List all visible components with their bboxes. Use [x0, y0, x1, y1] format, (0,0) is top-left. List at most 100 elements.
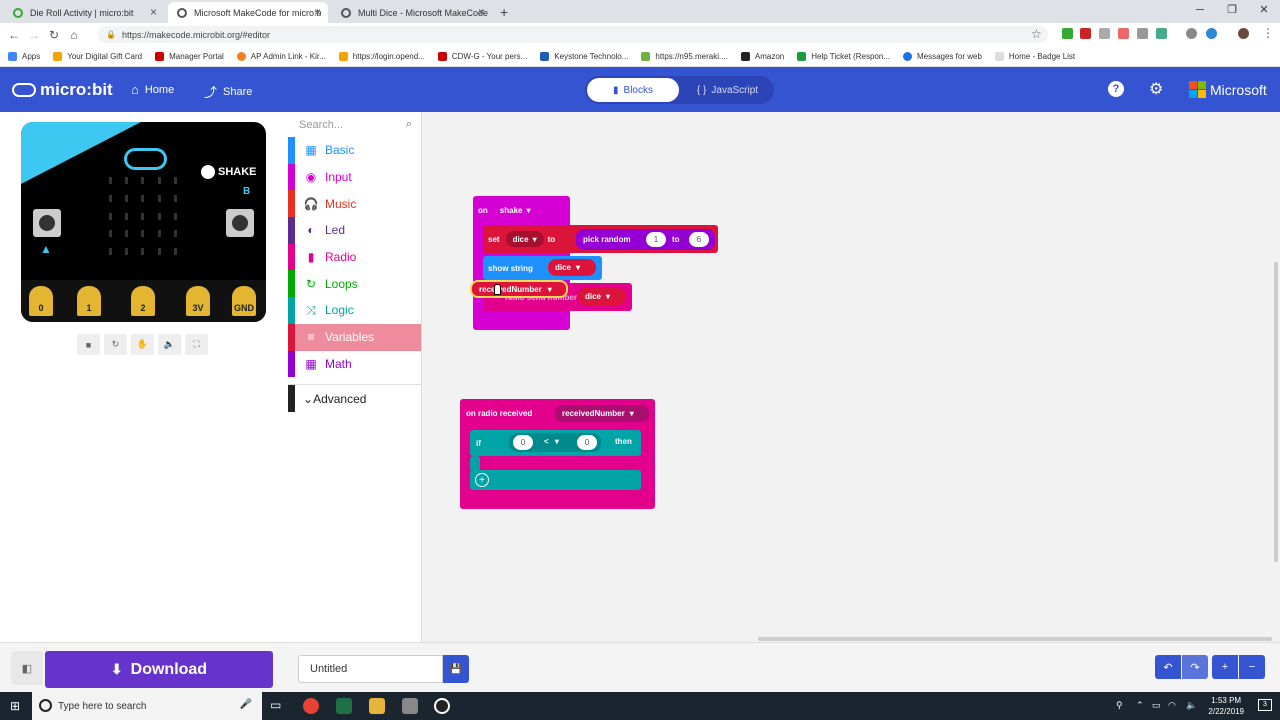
zoom-out-icon[interactable]: − — [1239, 655, 1265, 679]
extension-icon[interactable] — [1206, 28, 1217, 39]
address-bar[interactable]: 🔒 https://makecode.microbit.org/#editor — [98, 26, 1048, 43]
taskbar-clock[interactable]: 1:53 PM 2/22/2019 — [1208, 695, 1244, 717]
minimize-icon[interactable]: ─ — [1184, 0, 1216, 20]
restore-icon[interactable]: ❐ — [1216, 0, 1248, 20]
profile-avatar[interactable] — [1238, 28, 1249, 39]
toolbox-advanced[interactable]: ⌄ Advanced — [288, 384, 421, 413]
restart-icon[interactable]: ↻ — [104, 334, 127, 355]
pin-1[interactable]: 1 — [77, 286, 101, 316]
extension-icon[interactable] — [1156, 28, 1167, 39]
undo-icon[interactable]: ↶ — [1155, 655, 1181, 679]
new-tab-icon[interactable]: + — [500, 4, 508, 20]
pin-2[interactable]: 2 — [131, 286, 155, 316]
variable-dropdown[interactable]: dice ▾ — [505, 231, 544, 247]
operator-dropdown[interactable]: < ▾ — [544, 437, 559, 446]
browser-tab-multi-dice[interactable]: Multi Dice - Microsoft MakeCode × — [332, 2, 492, 23]
shake-button[interactable]: SHAKE — [201, 165, 257, 179]
toolbox-category-variables[interactable]: ≡ Variables — [288, 323, 421, 351]
home-button[interactable]: ⌂ Home — [131, 82, 174, 97]
help-icon[interactable]: ? — [1108, 81, 1124, 97]
windows-start-icon[interactable]: ⊞ — [10, 699, 20, 713]
close-tab-icon[interactable]: × — [150, 5, 157, 19]
extension-icon[interactable] — [1099, 28, 1110, 39]
bookmark-item[interactable]: https://n95.meraki.... — [641, 51, 728, 61]
random-max-input[interactable]: 6 — [689, 232, 709, 247]
people-icon[interactable]: ⚲ — [1116, 700, 1123, 711]
bookmark-item[interactable]: https://login.opend... — [338, 51, 425, 61]
bookmark-item[interactable]: Amazon — [740, 51, 784, 61]
bookmark-item[interactable]: Help Ticket (Respon... — [797, 51, 890, 61]
collapse-simulator-button[interactable]: ◧ — [11, 651, 43, 685]
bookmark-item[interactable]: AP Admin Link - Kir... — [236, 51, 326, 61]
search-input[interactable]: Search... — [299, 119, 343, 131]
toolbox-category-math[interactable]: ▦ Math — [288, 350, 421, 378]
download-button[interactable]: ⬇ Download — [45, 651, 273, 688]
toolbox-category-input[interactable]: ◉ Input — [288, 163, 421, 191]
workspace-vertical-scrollbar[interactable] — [1274, 262, 1278, 562]
menu-kebab-icon[interactable]: ⋮ — [1262, 26, 1274, 40]
variable-dropdown[interactable]: dice ▾ — [548, 259, 596, 276]
tray-arrow-icon[interactable]: ⌃ — [1136, 700, 1144, 711]
extension-icon[interactable] — [1137, 28, 1148, 39]
bookmark-item[interactable]: Home - Badge List — [994, 51, 1075, 61]
event-dropdown[interactable]: shake — [500, 206, 523, 215]
project-name-input[interactable]: Untitled — [298, 655, 443, 683]
taskbar-search-box[interactable]: Type here to search 🎤 — [32, 692, 262, 720]
toolbox-search[interactable]: Search... ⌕ — [288, 112, 421, 137]
blocks-tab[interactable]: ▮ Blocks — [587, 78, 679, 102]
close-tab-icon[interactable]: × — [314, 5, 321, 19]
fullscreen-icon[interactable]: ⛶ — [185, 334, 208, 355]
chrome-icon[interactable] — [303, 698, 319, 714]
browser-tab-die-roll[interactable]: Die Roll Activity | micro:bit × — [4, 2, 164, 23]
stop-icon[interactable]: ■ — [77, 334, 100, 355]
volume-icon[interactable]: 🔈 — [1186, 700, 1197, 711]
received-number-parameter[interactable]: receivedNumber ▾ — [555, 405, 649, 422]
reload-icon[interactable]: ↻ — [44, 28, 64, 42]
microbit-simulator[interactable]: SHAKE ▲ B 0 1 2 3V GND — [21, 122, 266, 322]
extension-icon[interactable] — [1080, 28, 1091, 39]
bookmark-item[interactable]: Messages for web — [902, 51, 982, 61]
wifi-icon[interactable]: ◠ — [1168, 700, 1176, 711]
microsoft-logo[interactable]: Microsoft — [1189, 81, 1267, 98]
toolbox-category-led[interactable]: ◐ Led — [288, 217, 421, 244]
compare-right-input[interactable]: 0 — [577, 435, 597, 450]
button-b[interactable] — [226, 209, 254, 237]
bookmark-item[interactable]: Apps — [8, 51, 40, 61]
notifications-icon[interactable]: 3 — [1258, 699, 1272, 711]
bookmark-star-icon[interactable]: ☆ — [1031, 27, 1042, 41]
javascript-tab[interactable]: { } JavaScript — [685, 78, 770, 102]
microphone-icon[interactable]: 🎤 — [240, 699, 252, 710]
bookmark-item[interactable]: CDW-G - Your pers... — [437, 51, 527, 61]
pin-0[interactable]: 0 — [29, 286, 53, 316]
toolbox-category-logic[interactable]: ⤨ Logic — [288, 297, 421, 324]
toolbox-category-loops[interactable]: ↻ Loops — [288, 270, 421, 298]
blocks-workspace[interactable] — [422, 112, 1280, 642]
bookmark-item[interactable]: Manager Portal — [155, 51, 224, 61]
random-min-input[interactable]: 1 — [646, 232, 666, 247]
toolbox-category-music[interactable]: 🎧 Music — [288, 190, 421, 218]
received-number-variable-block[interactable]: receivedNumber ▾ — [470, 280, 568, 298]
variable-dropdown[interactable]: dice ▾ — [578, 288, 626, 305]
close-window-icon[interactable]: ✕ — [1248, 0, 1280, 20]
obs-icon[interactable] — [434, 698, 450, 714]
file-explorer-icon[interactable] — [369, 698, 385, 714]
extension-icon[interactable] — [1118, 28, 1129, 39]
app-icon[interactable] — [402, 698, 418, 714]
toolbox-category-radio[interactable]: ▮ Radio — [288, 243, 421, 271]
microbit-logo[interactable]: micro:bit — [12, 80, 113, 100]
gear-icon[interactable]: ⚙ — [1149, 79, 1163, 99]
bookmark-item[interactable]: Your Digital Gift Card — [53, 51, 142, 61]
add-else-icon[interactable]: + — [475, 473, 489, 487]
save-icon[interactable]: 💾 — [443, 655, 469, 683]
search-icon[interactable]: ⌕ — [406, 118, 412, 131]
share-button[interactable]: ⤴ Share — [204, 82, 252, 101]
close-tab-icon[interactable]: × — [478, 5, 485, 19]
extension-icon[interactable] — [1062, 28, 1073, 39]
task-view-icon[interactable]: ▭ — [270, 698, 281, 712]
zoom-in-icon[interactable]: + — [1212, 655, 1238, 679]
slow-mo-icon[interactable]: ✋ — [131, 334, 154, 355]
home-icon[interactable]: ⌂ — [64, 28, 84, 42]
redo-icon[interactable]: ↷ — [1182, 655, 1208, 679]
compare-left-input[interactable]: 0 — [513, 435, 533, 450]
extension-icon[interactable] — [1186, 28, 1197, 39]
